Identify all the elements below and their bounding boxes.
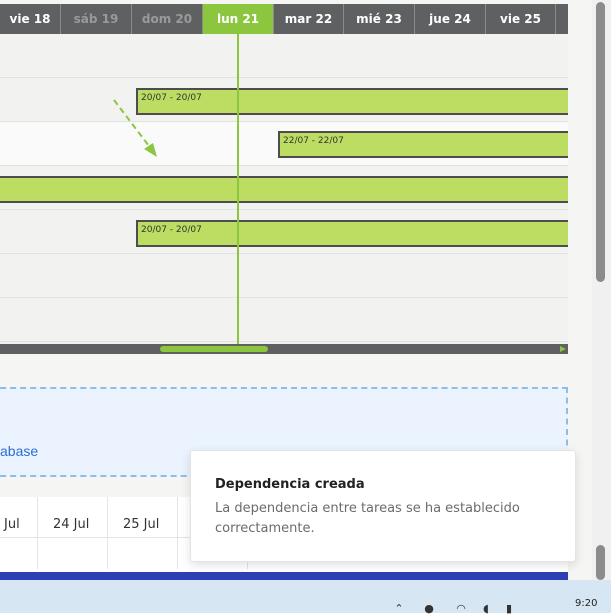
volume-icon[interactable]: ◖: [479, 603, 493, 615]
toast-message: La dependencia entre tareas se ha establ…: [215, 501, 520, 536]
os-taskbar: [0, 580, 611, 613]
app-window: vie 18 sáb 19 dom 20 lun 21 mar 22 mié 2…: [0, 0, 611, 580]
wifi-icon[interactable]: ◠: [454, 603, 468, 615]
calendar-date-label: Jul: [4, 517, 20, 532]
day-header-sun-20[interactable]: dom 20: [132, 4, 203, 34]
calendar-day-cell[interactable]: Jul: [0, 497, 38, 569]
day-header-thu-24[interactable]: jue 24: [415, 4, 486, 34]
dependency-arrow-icon: [113, 99, 157, 157]
day-header-fri-25[interactable]: vie 25: [486, 4, 556, 34]
calendar-day-cell[interactable]: 24 Jul: [38, 497, 108, 569]
day-header-tue-22[interactable]: mar 22: [274, 4, 344, 34]
app-tray-icon[interactable]: ●: [422, 603, 436, 615]
scrollbar-thumb-lower[interactable]: [596, 545, 605, 580]
scroll-right-arrow-icon[interactable]: [560, 346, 566, 352]
scrollbar-thumb[interactable]: [160, 346, 268, 352]
gantt-chart-area: 20/07 - 20/07 22/07 - 22/07 20/07 - 20/0…: [0, 34, 568, 344]
calendar-date-label: 25 Jul: [123, 517, 160, 532]
taskbar-clock[interactable]: 9:20: [575, 598, 597, 609]
today-marker-line: [237, 34, 239, 344]
scrollbar-thumb[interactable]: [596, 2, 605, 282]
calendar-date-label: 24 Jul: [53, 517, 90, 532]
page-vertical-scrollbar[interactable]: [592, 0, 611, 580]
calendar-day-cell[interactable]: 25 Jul: [108, 497, 178, 569]
toast-title: Dependencia creada: [215, 477, 365, 492]
day-header-overflow: [556, 4, 568, 34]
calendar-event-bar[interactable]: [0, 572, 568, 580]
gantt-horizontal-scrollbar[interactable]: [0, 344, 568, 354]
battery-icon[interactable]: ▮: [502, 603, 516, 615]
day-header-mon-21-today[interactable]: lun 21: [203, 4, 274, 34]
day-header-fri-18[interactable]: vie 18: [0, 4, 61, 34]
chevron-up-icon[interactable]: ⌃: [392, 603, 406, 615]
gantt-timeline-header: vie 18 sáb 19 dom 20 lun 21 mar 22 mié 2…: [0, 4, 568, 34]
day-header-sat-19[interactable]: sáb 19: [61, 4, 132, 34]
database-link[interactable]: abase: [0, 443, 38, 459]
day-header-wed-23[interactable]: mié 23: [344, 4, 415, 34]
toast-notification[interactable]: Dependencia creada La dependencia entre …: [190, 450, 576, 562]
